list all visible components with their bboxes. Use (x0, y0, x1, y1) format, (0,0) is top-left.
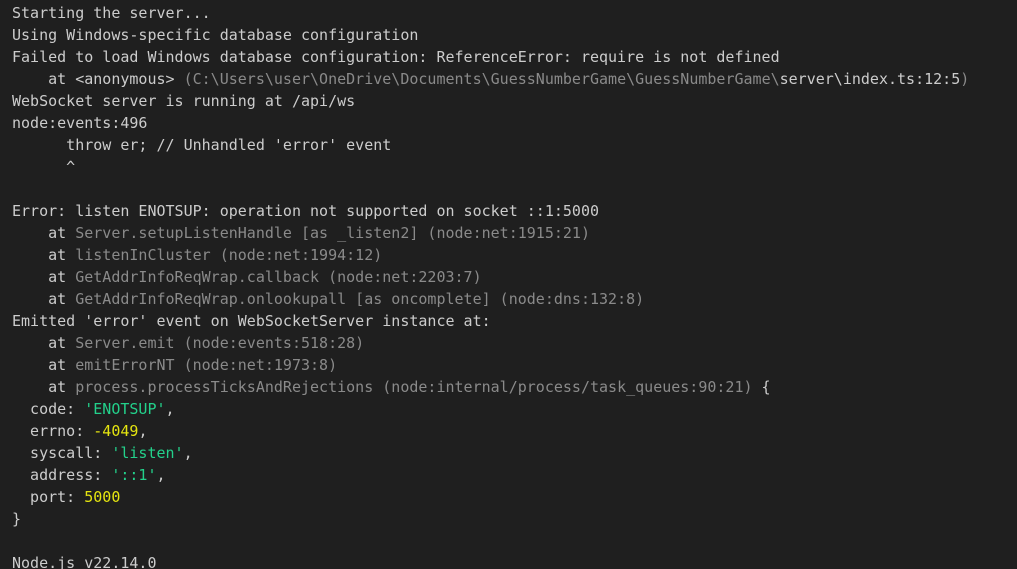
terminal-text-segment: { (752, 378, 771, 396)
terminal-text-segment: port: (12, 488, 85, 506)
terminal-text-segment: 'listen' (111, 444, 184, 462)
terminal-text-segment: } (12, 510, 22, 528)
terminal-text-segment: 'ENOTSUP' (84, 400, 166, 418)
terminal-text-segment: listenInCluster (node:net:1994:12) (75, 246, 383, 264)
terminal-text-segment: ^ (12, 158, 76, 176)
terminal-line: Failed to load Windows database configur… (12, 46, 1005, 68)
terminal-line: node:events:496 (12, 112, 1005, 134)
terminal-text-segment: errno: (12, 422, 94, 440)
terminal-line: throw er; // Unhandled 'error' event (12, 134, 1005, 156)
terminal-text-segment: code: (12, 400, 85, 418)
terminal-text-segment: address: (12, 466, 112, 484)
terminal-line: errno: -4049, (12, 420, 1005, 442)
terminal-text-segment: , (156, 466, 166, 484)
terminal-line: syscall: 'listen', (12, 442, 1005, 464)
terminal-text-segment: (C:\Users\user\OneDrive\Documents\GuessN… (183, 70, 780, 88)
terminal-line: ^ (12, 156, 1005, 178)
terminal-line: at Server.setupListenHandle [as _listen2… (12, 222, 1005, 244)
terminal-line: at <anonymous> (C:\Users\user\OneDrive\D… (12, 68, 1005, 90)
terminal-text-segment: Node.js v22.14.0 (12, 554, 157, 569)
terminal-text-segment: at (12, 378, 76, 396)
terminal-line: Emitted 'error' event on WebSocketServer… (12, 310, 1005, 332)
terminal-text-segment: Error: listen ENOTSUP: operation not sup… (12, 202, 599, 220)
terminal-line: Error: listen ENOTSUP: operation not sup… (12, 200, 1005, 222)
terminal-text-segment: at (12, 268, 76, 286)
terminal-text-segment: , (138, 422, 148, 440)
terminal-text-segment: process.processTicksAndRejections (node:… (75, 378, 753, 396)
terminal-text-segment: GetAddrInfoReqWrap.callback (node:net:22… (75, 268, 482, 286)
terminal-text-segment: -4049 (93, 422, 139, 440)
terminal-line: code: 'ENOTSUP', (12, 398, 1005, 420)
terminal-text-segment: WebSocket server is running at /api/ws (12, 92, 356, 110)
terminal-text-segment: , (183, 444, 193, 462)
terminal-line: at process.processTicksAndRejections (no… (12, 376, 1005, 398)
terminal-line: } (12, 508, 1005, 530)
terminal-line: at Server.emit (node:events:518:28) (12, 332, 1005, 354)
terminal-text-segment: at (12, 224, 76, 242)
terminal-text-segment: at <anonymous> (12, 70, 184, 88)
terminal-text-segment: Failed to load Windows database configur… (12, 48, 780, 66)
terminal-text-segment: Server.emit (node:events:518:28) (75, 334, 365, 352)
terminal-line: at GetAddrInfoReqWrap.callback (node:net… (12, 266, 1005, 288)
terminal-text-segment: at (12, 334, 76, 352)
terminal-text-segment: server\index.ts:12:5 (779, 70, 961, 88)
terminal-text-segment: '::1' (111, 466, 157, 484)
terminal-line: Using Windows-specific database configur… (12, 24, 1005, 46)
terminal-text-segment: Emitted 'error' event on WebSocketServer… (12, 312, 491, 330)
terminal-line: Node.js v22.14.0 (12, 552, 1005, 569)
terminal-line: address: '::1', (12, 464, 1005, 486)
terminal-text-segment: 5000 (84, 488, 121, 506)
terminal-line: port: 5000 (12, 486, 1005, 508)
terminal-text-segment: GetAddrInfoReqWrap.onlookupall [as oncom… (75, 290, 645, 308)
terminal-line: at emitErrorNT (node:net:1973:8) (12, 354, 1005, 376)
terminal-text-segment: Server.setupListenHandle [as _listen2] (… (75, 224, 590, 242)
terminal-text-segment: Starting the server... (12, 4, 211, 22)
terminal-text-segment: emitErrorNT (node:net:1973:8) (75, 356, 338, 374)
terminal-output[interactable]: Starting the server... Using Windows-spec… (0, 0, 1017, 569)
terminal-text-segment: node:events:496 (12, 114, 148, 132)
terminal-line: at listenInCluster (node:net:1994:12) (12, 244, 1005, 266)
terminal-text-segment: at (12, 356, 76, 374)
terminal-text-segment: throw er; // Unhandled 'error' event (12, 136, 392, 154)
terminal-line: at GetAddrInfoReqWrap.onlookupall [as on… (12, 288, 1005, 310)
terminal-text-segment: ) (960, 70, 970, 88)
terminal-text-segment: Using Windows-specific database configur… (12, 26, 419, 44)
terminal-line: Starting the server... (12, 2, 1005, 24)
terminal-text-segment: at (12, 290, 76, 308)
terminal-text-segment: at (12, 246, 76, 264)
terminal-line: WebSocket server is running at /api/ws (12, 90, 1005, 112)
terminal-text-segment: , (165, 400, 175, 418)
terminal-text-segment: syscall: (12, 444, 112, 462)
